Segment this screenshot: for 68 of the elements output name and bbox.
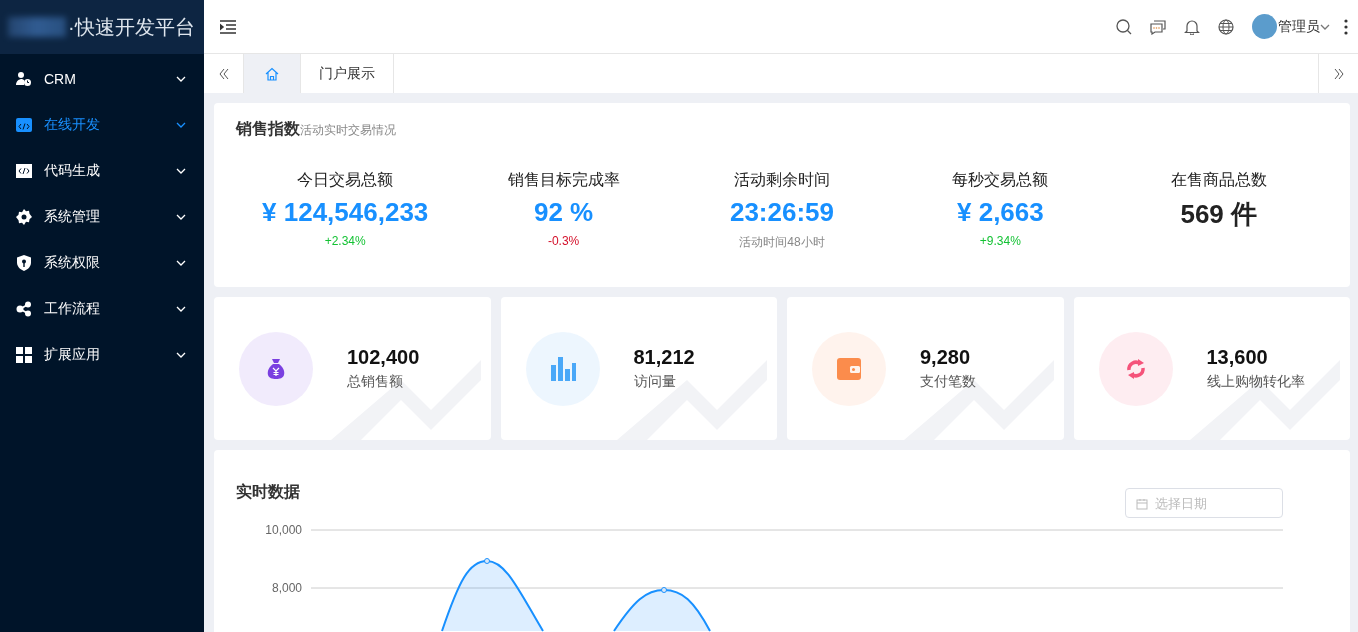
- chevron-down-icon: [176, 260, 186, 266]
- stat-value: 102,400: [347, 346, 420, 369]
- metric-value: 569 件: [1180, 198, 1258, 231]
- sidebar-menu-item[interactable]: CRM: [0, 56, 204, 102]
- metric-label: 销售目标完成率: [507, 170, 620, 190]
- code-window-icon: [16, 117, 32, 133]
- home-icon: [265, 66, 279, 81]
- avatar: [1252, 14, 1277, 39]
- blurred-logo-mark: [8, 17, 66, 37]
- chevron-down-icon: [176, 306, 186, 312]
- sidebar-menu-item[interactable]: 系统管理: [0, 194, 204, 240]
- stat-value: 9,280: [920, 346, 972, 369]
- code-icon: [16, 163, 32, 179]
- metric-label: 在售商品总数: [1170, 170, 1267, 190]
- logo-text: ·快速开发平台: [68, 14, 195, 40]
- shield-key-icon: [16, 255, 32, 271]
- grid-icon: [16, 347, 32, 363]
- sidebar-menu-item[interactable]: 代码生成: [0, 148, 204, 194]
- search-icon[interactable]: [1116, 18, 1132, 35]
- menu-fold-icon[interactable]: [220, 19, 236, 34]
- user-clock-icon: [16, 71, 32, 87]
- metric-value: 92 %: [533, 197, 594, 228]
- user-name: 管理员: [1278, 17, 1320, 36]
- chat-icon[interactable]: [1150, 18, 1166, 35]
- double-chevron-icon: [1332, 67, 1345, 80]
- sidebar-menu-item[interactable]: 在线开发: [0, 102, 204, 148]
- metric-note: +2.34%: [324, 234, 366, 248]
- metric-value: 23:26:59: [729, 197, 834, 228]
- metric-label: 今日交易总额: [297, 170, 394, 190]
- sidebar-menu-item[interactable]: 工作流程: [0, 286, 204, 332]
- axis-tick-label: 10,000: [265, 523, 302, 537]
- axis-tick-label: 8,000: [271, 581, 302, 595]
- metric-value: ¥ 2,663: [957, 197, 1044, 228]
- double-chevron-icon: [217, 67, 230, 80]
- stat-label: 访问量: [633, 373, 677, 391]
- chevron-down-icon: [176, 168, 186, 174]
- sidebar-menu-item[interactable]: 系统权限: [0, 240, 204, 286]
- metric-note: +9.34%: [979, 234, 1021, 248]
- metric-note: 活动时间48小时: [739, 234, 825, 251]
- bar-chart-icon: [548, 354, 577, 383]
- section-subtitle: 活动实时交易情况: [300, 123, 396, 139]
- chevron-down-icon: [176, 122, 186, 128]
- more-vertical-icon[interactable]: [1344, 18, 1348, 35]
- page-tab[interactable]: 门户展示: [301, 54, 394, 93]
- metric-label: 活动剩余时间: [733, 170, 830, 190]
- chevron-down-icon: [176, 214, 186, 220]
- stat-label: 总销售额: [347, 373, 404, 391]
- user-menu[interactable]: 管理员: [1252, 14, 1330, 39]
- globe-icon[interactable]: [1218, 18, 1234, 35]
- section-title: 销售指数: [236, 119, 300, 139]
- metric-note: -0.3%: [547, 234, 580, 248]
- stat-label: 线上购物转化率: [1206, 373, 1305, 391]
- bell-icon[interactable]: [1184, 18, 1200, 35]
- calendar-icon: [1136, 498, 1148, 510]
- share-nodes-icon: [16, 301, 32, 317]
- wallet-icon: [836, 356, 862, 381]
- chevron-down-icon: [176, 352, 186, 358]
- chevron-down-icon: [1320, 23, 1330, 30]
- stat-value: 81,212: [633, 346, 695, 369]
- stat-label: 支付笔数: [920, 373, 976, 391]
- section-title: 实时数据: [236, 482, 300, 502]
- stat-value: 13,600: [1206, 346, 1269, 369]
- gear-icon: [16, 209, 32, 225]
- date-picker-field[interactable]: 选择日期: [1125, 488, 1283, 518]
- sidebar-menu-item[interactable]: 扩展应用: [0, 332, 204, 378]
- metric-value: ¥ 124,546,233: [262, 197, 429, 228]
- chevron-down-icon: [176, 76, 186, 82]
- metric-label: 每秒交易总额: [952, 170, 1049, 190]
